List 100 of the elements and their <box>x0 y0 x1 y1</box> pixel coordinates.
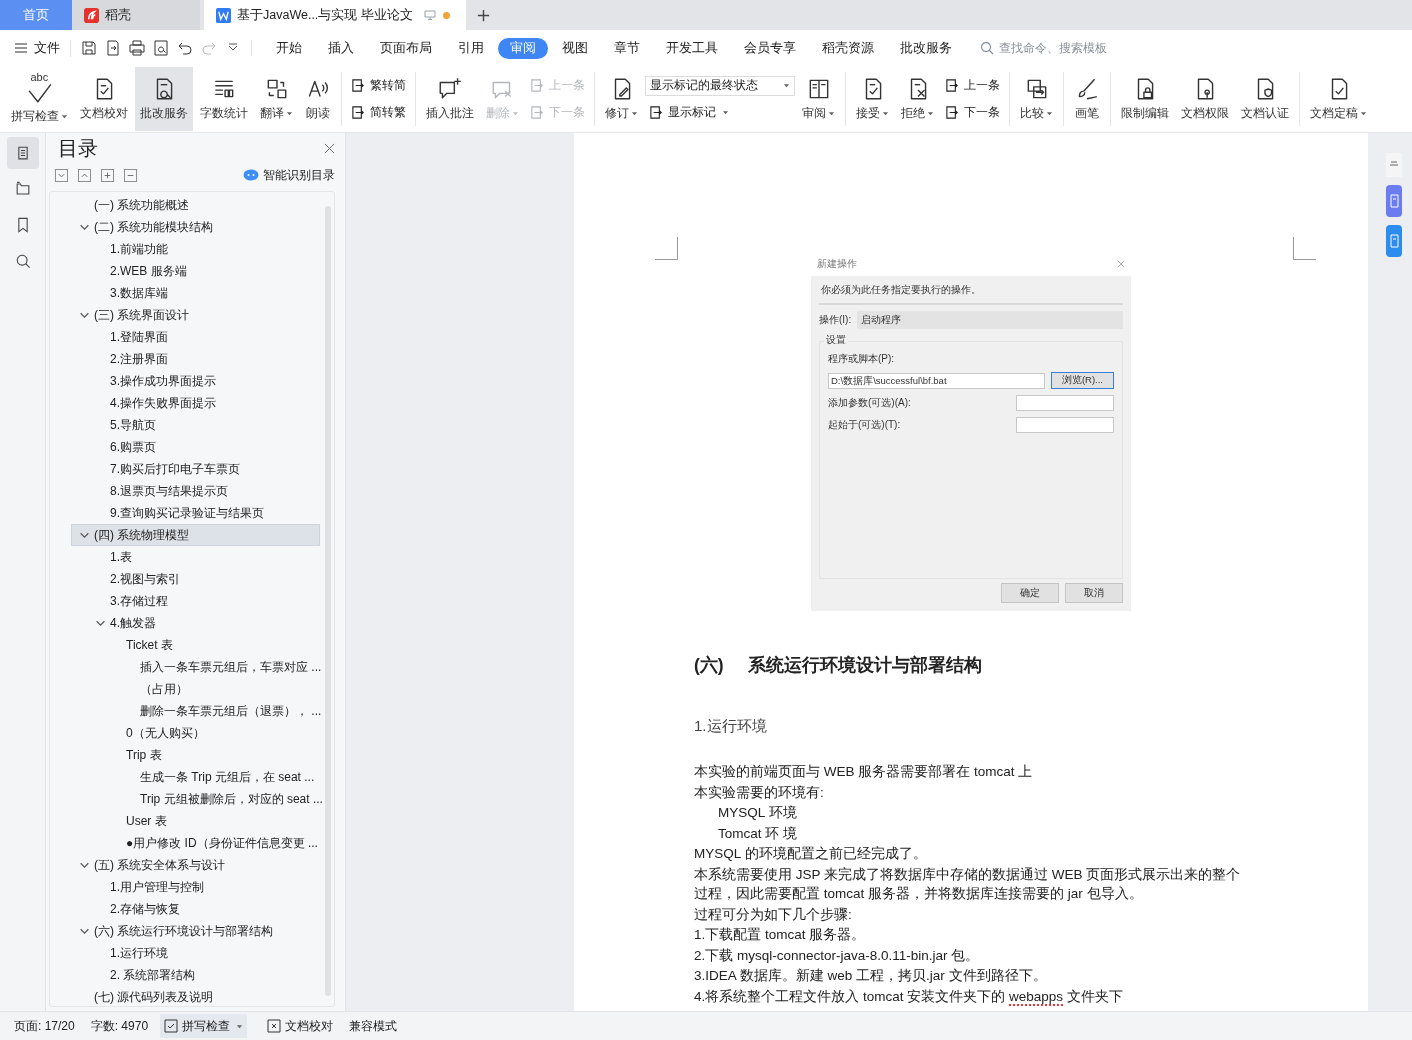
paragraph: 2.下载 mysql-connector-java-8.0.11-bin.jar 包。 <box>694 946 981 965</box>
caret-icon <box>783 82 790 89</box>
outline-item[interactable]: 5.导航页 <box>71 414 320 436</box>
ribbon-button[interactable]: 批改服务 <box>135 67 193 131</box>
save-icon[interactable] <box>81 40 97 56</box>
proofread-button[interactable]: 文档校对 <box>263 1017 338 1035</box>
ribbon-button[interactable]: 繁转简 <box>347 75 410 96</box>
outline-item[interactable]: 生成一条 Trip 元组后，在 seat ... <box>71 766 320 788</box>
print-preview-icon[interactable] <box>153 40 169 56</box>
ribbon-tab[interactable]: 引用 <box>446 37 496 59</box>
ribbon-tab[interactable]: 章节 <box>602 37 652 59</box>
outline-item[interactable]: 删除一条车票元组后（退票）， ... <box>71 700 320 722</box>
outline-item[interactable]: Trip 元组被删除后，对应的 seat ... <box>71 788 320 810</box>
markup-display-dropdown[interactable]: 显示标记的最终状态 <box>645 75 795 96</box>
new-tab-icon[interactable] <box>476 7 491 23</box>
outline-item[interactable]: (四) 系统物理模型 <box>71 524 320 546</box>
ribbon-button[interactable]: 文档认证 <box>1236 67 1294 131</box>
outline-item[interactable]: 0（无人购买） <box>71 722 320 744</box>
outline-button[interactable] <box>6 137 39 169</box>
outline-item[interactable]: Trip 表 <box>71 744 320 766</box>
outline-item[interactable]: (七) 源代码列表及说明 <box>71 986 320 1006</box>
print-icon[interactable] <box>129 40 145 56</box>
outline-item[interactable]: 6.购票页 <box>71 436 320 458</box>
outline-item[interactable]: (六) 系统运行环境设计与部署结构 <box>71 920 320 942</box>
ribbon-button[interactable]: abc 拼写检查 <box>6 67 73 131</box>
ribbon-button[interactable]: 文档定稿 <box>1305 67 1372 131</box>
plus-button[interactable] <box>101 168 114 182</box>
ribbon-tab[interactable]: 页面布局 <box>368 37 444 59</box>
outline-item[interactable]: 3.操作成功界面提示 <box>71 370 320 392</box>
ribbon-button[interactable]: 接受 <box>851 67 894 131</box>
outline-item[interactable]: (二) 系统功能模块结构 <box>71 216 320 238</box>
file-menu-button[interactable]: 文件 <box>14 39 71 57</box>
outline-item[interactable]: 7.购买后打印电子车票页 <box>71 458 320 480</box>
undo-icon[interactable] <box>177 40 193 56</box>
ribbon-tab[interactable]: 开发工具 <box>654 37 730 59</box>
ribbon-tab[interactable]: 审阅 <box>498 37 548 59</box>
ribbon-button[interactable]: 上一条 <box>941 75 1004 96</box>
document-arrow-icon <box>649 104 664 120</box>
outline-item[interactable]: 1.用户管理与控制 <box>71 876 320 898</box>
outline-item[interactable]: ●用户修改 ID（身份证件信息变更 ... <box>71 832 320 854</box>
spell-check-button[interactable]: 拼写检查 <box>160 1014 248 1038</box>
ribbon-button[interactable]: 翻译 <box>255 67 298 131</box>
ribbon-tab[interactable]: 稻壳资源 <box>810 37 886 59</box>
ribbon-button[interactable]: 显示标记 <box>645 101 795 123</box>
outline-item[interactable]: 1.前端功能 <box>71 238 320 260</box>
outline-item[interactable]: (五) 系统安全体系与设计 <box>71 854 320 876</box>
outline-item[interactable]: 3.数据库端 <box>71 282 320 304</box>
ribbon-tab[interactable]: 会员专享 <box>732 37 808 59</box>
word-count[interactable]: 字数: 4970 <box>86 1017 153 1035</box>
minus-button[interactable] <box>124 168 137 182</box>
ribbon-tab[interactable]: 视图 <box>550 37 600 59</box>
outline-item[interactable]: 4.操作失败界面提示 <box>71 392 320 414</box>
outline-item[interactable]: 1.登陆界面 <box>71 326 320 348</box>
outline-item[interactable]: 9.查询购买记录验证与结果页 <box>71 502 320 524</box>
ribbon-button[interactable]: 画笔 <box>1069 67 1105 131</box>
ribbon-button[interactable]: 文档权限 <box>1176 67 1234 131</box>
panel-toggle-icon[interactable] <box>1386 185 1402 217</box>
outline-item[interactable]: 1.表 <box>71 546 320 568</box>
ribbon-button[interactable]: 审阅 <box>797 67 840 131</box>
ribbon-button[interactable]: 朗读 <box>300 67 336 131</box>
ribbon-tab[interactable]: 插入 <box>316 37 366 59</box>
chevron-up-button[interactable] <box>78 168 91 182</box>
panel-toggle-icon[interactable] <box>1386 225 1402 257</box>
ribbon-button[interactable]: 比较 <box>1015 67 1058 131</box>
ribbon-button[interactable]: 文档校对 <box>75 67 133 131</box>
outline-item[interactable]: (三) 系统界面设计 <box>71 304 320 326</box>
tab-label: 基于JavaWe...与实现 毕业论文 <box>237 6 413 24</box>
ribbon-button[interactable]: 限制编辑 <box>1116 67 1174 131</box>
export-icon[interactable] <box>105 40 121 56</box>
outline-item[interactable]: 3.存储过程 <box>71 590 320 612</box>
document-arrow-icon <box>945 105 960 120</box>
outline-item[interactable]: 4.触发器 <box>71 612 320 634</box>
outline-item[interactable]: 2.存储与恢复 <box>71 898 320 920</box>
window-tab[interactable]: 稻壳 <box>72 0 200 30</box>
outline-item[interactable]: 插入一条车票元组后，车票对应 ... <box>71 656 320 678</box>
outline-item[interactable]: 2.注册界面 <box>71 348 320 370</box>
chevron-down-button[interactable] <box>55 168 68 182</box>
docer-logo-icon <box>84 7 99 23</box>
heading: 系统运行环境设计与部署结构 <box>747 654 982 677</box>
ribbon-button[interactable]: 简转繁 <box>347 102 410 123</box>
outline-item[interactable]: User 表 <box>71 810 320 832</box>
outline-item[interactable]: 8.退票页与结果提示页 <box>71 480 320 502</box>
smart-toc-button[interactable]: 智能识别目录 <box>243 166 335 184</box>
ribbon-button[interactable]: 下一条 <box>941 102 1004 123</box>
outline-item[interactable]: 2.视图与索引 <box>71 568 320 590</box>
outline-item[interactable]: Ticket 表 <box>71 634 320 656</box>
ribbon-button[interactable]: 插入批注 <box>421 67 479 131</box>
ribbon-button[interactable]: 字数统计 <box>195 67 253 131</box>
outline-item[interactable]: 2.WEB 服务端 <box>71 260 320 282</box>
command-search-field[interactable]: 查找命令、搜索模板 <box>980 40 1131 56</box>
window-tab[interactable]: 基于JavaWe...与实现 毕业论文 <box>204 0 466 30</box>
ribbon-tab[interactable]: 开始 <box>264 37 314 59</box>
ribbon-button[interactable]: 拒绝 <box>896 67 939 131</box>
outline-item[interactable]: 1.运行环境 <box>71 942 320 964</box>
outline-item[interactable]: (一) 系统功能概述 <box>71 194 320 216</box>
outline-item[interactable]: （占用） <box>71 678 320 700</box>
ribbon-tab[interactable]: 批改服务 <box>888 37 964 59</box>
close-icon[interactable] <box>324 142 335 154</box>
ribbon-button[interactable]: 修订 <box>600 67 643 131</box>
outline-item[interactable]: 2. 系统部署结构 <box>71 964 320 986</box>
